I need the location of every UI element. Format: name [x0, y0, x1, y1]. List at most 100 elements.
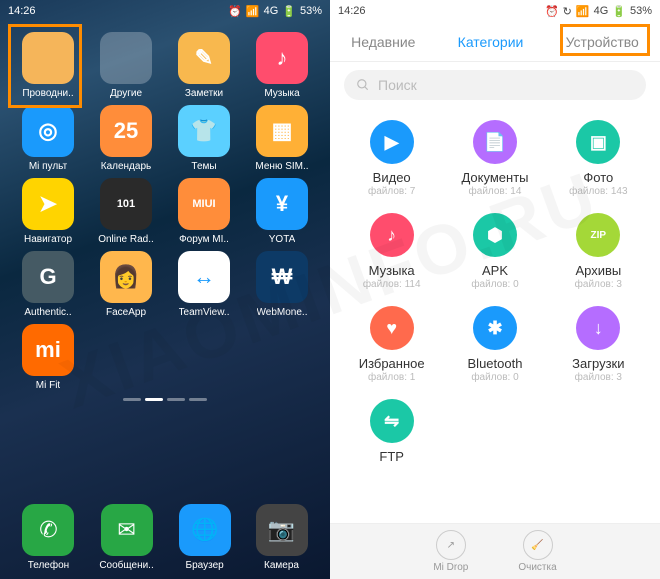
battery-icon: 🔋: [282, 5, 296, 18]
category-archives[interactable]: ZIP Архивыфайлов: 3: [547, 213, 650, 290]
category-label: Загрузки: [572, 356, 624, 371]
signal-icon: 📶: [246, 5, 260, 18]
category-documents[interactable]: 📄 Документыфайлов: 14: [443, 120, 546, 197]
app-label: Темы: [191, 161, 216, 172]
category-label: Фото: [583, 170, 613, 185]
tab-categories[interactable]: Категории: [454, 28, 528, 56]
app-online-radio[interactable]: 101Online Rad..: [88, 174, 164, 245]
ftp-icon: ⇋: [370, 399, 414, 443]
category-label: APK: [482, 263, 508, 278]
file-manager-screen: 14:26 ⏰ ↻ 📶 4G 🔋 53% Недавние Категории …: [330, 0, 660, 579]
broom-icon: 🧹: [531, 540, 543, 551]
dock-label: Телефон: [28, 560, 69, 571]
app-navigator[interactable]: ➤Навигатор: [10, 174, 86, 245]
network-label: 4G: [594, 5, 609, 17]
dock-phone[interactable]: ✆Телефон: [22, 500, 74, 571]
tab-bar: Недавние Категории Устройство: [330, 22, 660, 62]
dock-camera[interactable]: 📷Камера: [256, 500, 308, 571]
app-label: Форум MI..: [179, 234, 229, 245]
file-count: файлов: 3: [575, 279, 622, 290]
archives-icon: ZIP: [576, 213, 620, 257]
file-count: файлов: 3: [575, 372, 622, 383]
app-other-folder[interactable]: Другие: [88, 28, 164, 99]
app-miui-forum[interactable]: MIUIФорум MI..: [166, 174, 242, 245]
network-label: 4G: [264, 5, 279, 17]
search-input[interactable]: Поиск: [344, 70, 646, 100]
app-label: Проводни..: [22, 88, 73, 99]
page-indicator: [0, 393, 330, 405]
dock-messages[interactable]: ✉Сообщени..: [99, 500, 153, 571]
app-teamviewer[interactable]: ↔TeamView..: [166, 247, 242, 318]
category-label: Музыка: [369, 263, 415, 278]
app-label: TeamView..: [179, 307, 230, 318]
category-favorites[interactable]: ♥ Избранноефайлов: 1: [340, 306, 443, 383]
category-video[interactable]: ▶ Видеофайлов: 7: [340, 120, 443, 197]
app-label: WebMone..: [257, 307, 308, 318]
app-yota[interactable]: ¥YOTA: [244, 174, 320, 245]
app-file-explorer[interactable]: Проводни..: [10, 28, 86, 99]
file-count: файлов: 0: [471, 372, 518, 383]
category-apk[interactable]: ⬢APKфайлов: 0: [443, 213, 546, 290]
app-faceapp[interactable]: 👩FaceApp: [88, 247, 164, 318]
favorites-icon: ♥: [370, 306, 414, 350]
file-count: файлов: 7: [368, 186, 415, 197]
search-placeholder: Поиск: [378, 77, 417, 93]
category-music[interactable]: ♪ Музыкафайлов: 114: [340, 213, 443, 290]
category-downloads[interactable]: ↓ Загрузкифайлов: 3: [547, 306, 650, 383]
tab-device[interactable]: Устройство: [562, 28, 643, 56]
app-webmoney[interactable]: ₩WebMone..: [244, 247, 320, 318]
apk-icon: ⬢: [473, 213, 517, 257]
category-photo[interactable]: ▣Фотофайлов: 143: [547, 120, 650, 197]
app-sim-menu[interactable]: ▦Меню SIM..: [244, 101, 320, 172]
app-mi-remote[interactable]: ◎Mi пульт: [10, 101, 86, 172]
signal-icon: 📶: [576, 5, 590, 18]
screenshot-container: 14:26 ⏰ 📶 4G 🔋 53% Проводни.. Другие ✎Заме…: [0, 0, 660, 579]
category-label: Bluetooth: [468, 356, 523, 371]
app-themes[interactable]: 👕Темы: [166, 101, 242, 172]
file-count: файлов: 114: [363, 279, 421, 290]
app-label: Другие: [110, 88, 142, 99]
app-label: Навигатор: [24, 234, 72, 245]
music-icon: ♪: [370, 213, 414, 257]
cleanup-button[interactable]: 🧹 Очистка: [518, 530, 556, 573]
category-label: Архивы: [575, 263, 621, 278]
app-mi-fit[interactable]: miMi Fit: [10, 320, 86, 391]
category-label: Видео: [373, 170, 411, 185]
app-label: Музыка: [264, 88, 299, 99]
file-count: файлов: 14: [469, 186, 522, 197]
bottom-bar: ↗ Mi Drop 🧹 Очистка: [330, 523, 660, 579]
app-label: Mi пульт: [29, 161, 67, 172]
app-label: Заметки: [185, 88, 223, 99]
bluetooth-icon: ✱: [473, 306, 517, 350]
app-label: Меню SIM..: [255, 161, 308, 172]
app-label: Authentic..: [24, 307, 71, 318]
dock-browser[interactable]: 🌐Браузер: [179, 500, 231, 571]
tab-recent[interactable]: Недавние: [347, 28, 419, 56]
category-label: FTP: [379, 449, 404, 464]
dock-label: Браузер: [186, 560, 224, 571]
dock: ✆Телефон ✉Сообщени.. 🌐Браузер 📷Камера: [0, 494, 330, 579]
midrop-button[interactable]: ↗ Mi Drop: [433, 530, 468, 573]
category-label: Документы: [461, 170, 528, 185]
status-bar-right: 14:26 ⏰ ↻ 📶 4G 🔋 53%: [330, 0, 660, 22]
category-ftp[interactable]: ⇋ FTP: [340, 399, 443, 464]
home-grid: Проводни.. Другие ✎Заметки♪Музыка ◎Mi пульт…: [0, 22, 330, 391]
category-label: Избранное: [359, 356, 425, 371]
file-count: файлов: 1: [368, 372, 415, 383]
video-icon: ▶: [370, 120, 414, 164]
documents-icon: 📄: [473, 120, 517, 164]
cleanup-label: Очистка: [518, 562, 556, 573]
app-calendar[interactable]: 25Календарь: [88, 101, 164, 172]
status-bar-left: 14:26 ⏰ 📶 4G 🔋 53%: [0, 0, 330, 22]
sync-icon: ↻: [563, 5, 572, 18]
downloads-icon: ↓: [576, 306, 620, 350]
app-notes[interactable]: ✎Заметки: [166, 28, 242, 99]
app-label: FaceApp: [106, 307, 146, 318]
app-label: Mi Fit: [36, 380, 60, 391]
app-label: Календарь: [101, 161, 151, 172]
category-bluetooth[interactable]: ✱ Bluetoothфайлов: 0: [443, 306, 546, 383]
app-music[interactable]: ♪Музыка: [244, 28, 320, 99]
app-authenticator[interactable]: GAuthentic..: [10, 247, 86, 318]
alarm-icon: ⏰: [545, 5, 559, 18]
category-grid: ▶ Видеофайлов: 7 📄 Документыфайлов: 14 ▣Фото…: [330, 104, 660, 523]
